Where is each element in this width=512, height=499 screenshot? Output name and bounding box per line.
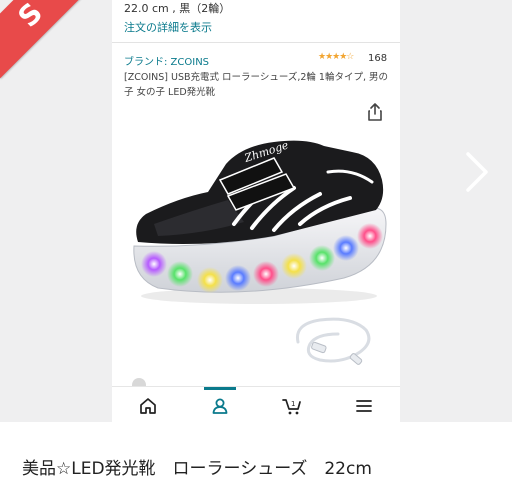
active-tab-indicator	[204, 387, 236, 390]
product-title: [ZCOINS] USB充電式 ローラーシューズ,2輪 1輪タイプ, 男の子 女…	[124, 72, 389, 98]
cart-icon[interactable]: 1	[282, 396, 302, 416]
svg-text:1: 1	[291, 400, 295, 408]
sold-badge-text: S	[11, 0, 50, 34]
home-icon[interactable]	[138, 396, 158, 416]
menu-icon[interactable]	[354, 396, 374, 416]
person-icon[interactable]	[210, 396, 230, 416]
order-variant-text: 22.0 cm , 黒（2輪）	[124, 2, 231, 15]
divider	[112, 42, 400, 43]
listing-title: 美品☆LED発光靴 ローラーシューズ 22cm	[22, 459, 372, 479]
order-detail-link[interactable]: 注文の詳細を表示	[124, 19, 212, 35]
brand-link[interactable]: ブランド: ZCOINS	[124, 53, 209, 68]
bottom-navigation: 1	[112, 386, 400, 422]
sold-badge: S	[0, 0, 107, 79]
chevron-right-icon[interactable]	[462, 150, 492, 194]
product-shoe-image: Zhmoge	[133, 138, 387, 304]
review-count[interactable]: 168	[368, 53, 387, 64]
usb-cable-image	[295, 317, 371, 365]
rating-stars[interactable]: ★★★★☆	[318, 52, 354, 62]
share-icon[interactable]	[364, 101, 386, 123]
phone-screenshot: 22.0 cm , 黒（2輪） 注文の詳細を表示 ブランド: ZCOINS ★★…	[112, 0, 400, 422]
listing-photo: 22.0 cm , 黒（2輪） 注文の詳細を表示 ブランド: ZCOINS ★★…	[0, 0, 512, 422]
